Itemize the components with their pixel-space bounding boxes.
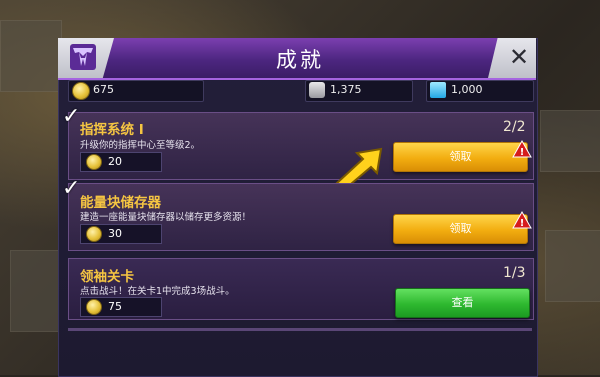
tutorial-arrow-icon [335,147,383,187]
decepticon-logo-icon [70,44,96,70]
reward-amount: 30 [108,227,122,240]
checkmark-icon: ✓ [62,176,81,201]
svg-text:!: ! [520,147,525,158]
gold-amount: 675 [93,83,114,96]
background-building [540,110,600,172]
background-building [545,230,600,302]
list-divider [68,328,532,331]
achievement-description: 点击战斗！在关卡1中完成3场战斗。 [80,286,235,297]
achievement-title: 指挥系统 I [80,122,144,138]
reward-amount: 75 [108,300,122,313]
alert-icon: ! [512,140,532,158]
checkmark-icon: ✓ [62,104,81,129]
background-building [0,20,62,92]
achievement-description: 建造一座能量块储存器以储存更多资源！ [80,212,252,223]
energon-cube-icon [430,82,446,98]
claim-button[interactable]: 领取 [393,214,528,244]
ore-amount: 1,375 [330,83,362,96]
background-building [10,250,62,332]
reward-amount: 20 [108,155,122,168]
achievement-progress: 1/3 [503,265,526,281]
close-icon[interactable]: ✕ [505,43,533,71]
claim-button[interactable]: 领取 [393,142,528,172]
ore-pile-icon [309,82,325,98]
svg-text:!: ! [520,218,525,229]
energon-amount: 1,000 [451,83,483,96]
alert-icon: ! [512,211,532,229]
gold-coin-icon [86,154,102,170]
achievement-title: 领袖关卡 [80,269,134,285]
view-button[interactable]: 查看 [395,288,530,318]
gold-coin-icon [86,226,102,242]
achievement-progress: 2/2 [503,119,526,135]
achievement-title: 能量块储存器 [80,195,161,211]
dialog-title: 成就 [276,48,324,72]
gold-coin-icon [72,82,90,100]
gold-coin-icon [86,299,102,315]
achievement-description: 升级你的指挥中心至等级2。 [80,140,201,151]
